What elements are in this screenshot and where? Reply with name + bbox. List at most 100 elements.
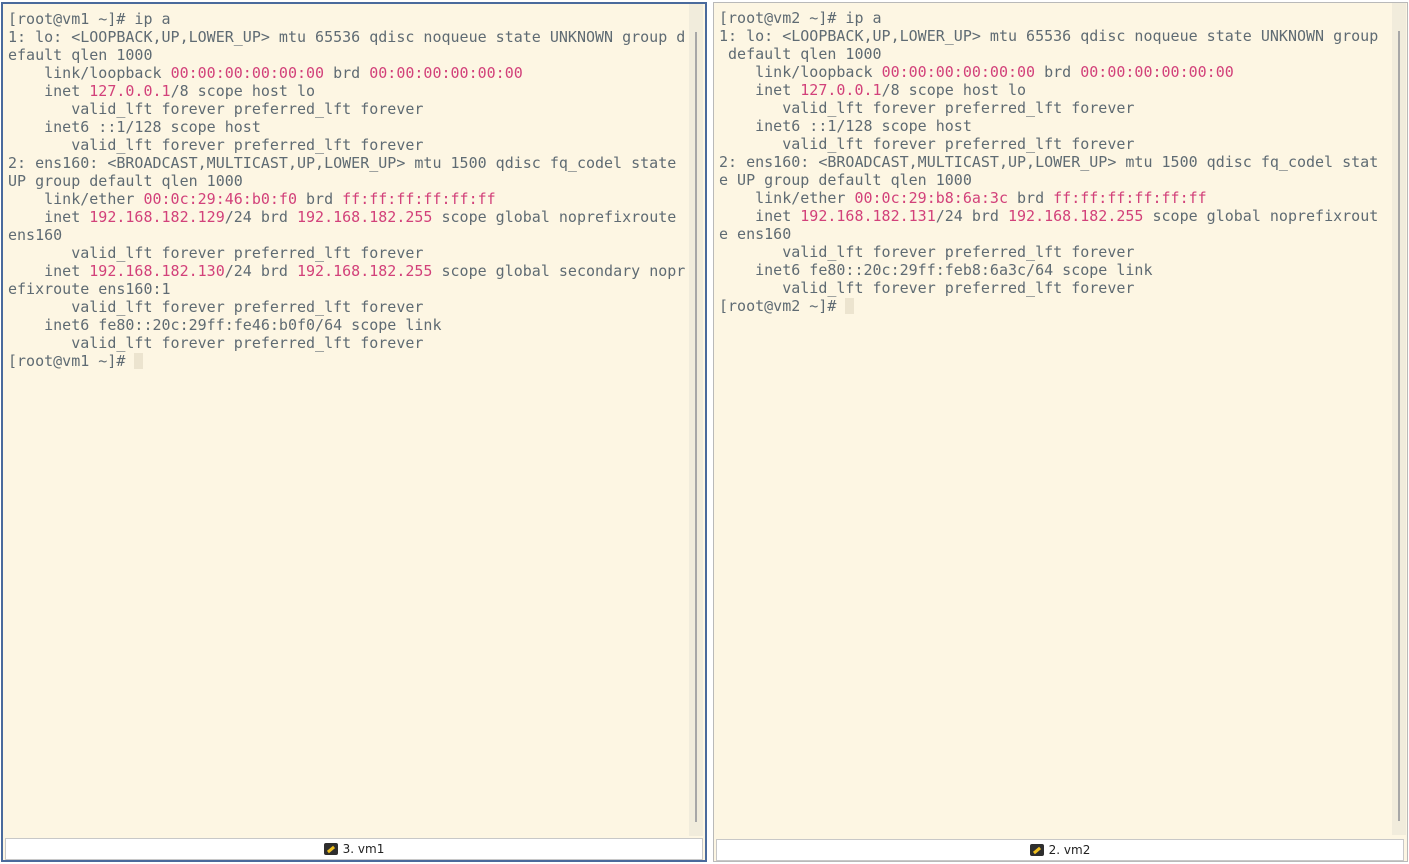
scrollbar[interactable]	[1392, 3, 1406, 835]
terminal-text: inet	[719, 81, 801, 99]
terminal-text: inet	[8, 262, 90, 280]
terminal-line: link/ether 00:0c:29:b8:6a:3c brd ff:ff:f…	[719, 189, 1378, 207]
highlighted-value: 192.168.182.255	[1008, 207, 1144, 225]
terminal-text: link/ether	[8, 190, 144, 208]
terminal-text: valid_lft forever preferred_lft forever	[719, 135, 1135, 153]
tab-vm1[interactable]: 3. vm1	[5, 838, 703, 860]
terminal-text: 2: ens160: <BROADCAST,MULTICAST,UP,LOWER…	[719, 153, 1379, 171]
terminal-text: ens160	[8, 226, 63, 244]
terminal-line: inet6 fe80::20c:29ff:feb8:6a3c/64 scope …	[719, 261, 1378, 279]
scrollbar-thumb[interactable]	[1398, 31, 1400, 821]
terminal-output[interactable]: [root@vm2 ~]# ip a 1: lo: <LOOPBACK,UP,LO…	[719, 9, 1378, 315]
terminal-line: efixroute ens160:1	[8, 280, 685, 298]
terminal-text: [root@vm1 ~]#	[8, 352, 135, 370]
terminal-text: e ens160	[719, 225, 792, 243]
highlighted-value: 00:00:00:00:00:00	[369, 64, 523, 82]
terminal-text: /24 brd	[224, 208, 297, 226]
terminal-icon	[323, 843, 338, 855]
terminal-text: scope global secondary nopr	[432, 262, 686, 280]
terminal-line: valid_lft forever preferred_lft forever	[719, 279, 1378, 297]
highlighted-value: ff:ff:ff:ff:ff:ff	[1053, 189, 1207, 207]
terminal-line: valid_lft forever preferred_lft forever	[8, 244, 685, 262]
terminal-text: efixroute ens160:1	[8, 280, 171, 298]
terminal-text: default qlen 1000	[719, 45, 882, 63]
terminal-text: scope global noprefixroute	[432, 208, 677, 226]
terminal-text: link/loopback	[719, 63, 882, 81]
terminal-line: UP group default qlen 1000	[8, 172, 685, 190]
highlighted-value: 127.0.0.1	[800, 81, 882, 99]
terminal-text: efault qlen 1000	[8, 46, 153, 64]
tab-label: 2. vm2	[1048, 843, 1091, 857]
terminal-text: [root@vm1 ~]# ip a	[8, 10, 171, 28]
terminal-line: 2: ens160: <BROADCAST,MULTICAST,UP,LOWER…	[8, 154, 685, 172]
terminal-line: default qlen 1000	[719, 45, 1378, 63]
text-cursor	[845, 298, 855, 314]
terminal-text: 1: lo: <LOOPBACK,UP,LOWER_UP> mtu 65536 …	[8, 28, 686, 46]
terminal-text: brd	[1035, 63, 1081, 81]
tab-vm2[interactable]: 2. vm2	[716, 839, 1404, 861]
terminal-line: inet6 ::1/128 scope host	[719, 117, 1378, 135]
text-cursor	[134, 353, 144, 369]
terminal-line: inet 192.168.182.129/24 brd 192.168.182.…	[8, 208, 685, 226]
terminal-pane-vm2[interactable]: [root@vm2 ~]# ip a 1: lo: <LOOPBACK,UP,LO…	[713, 2, 1408, 862]
highlighted-value: 192.168.182.255	[297, 208, 433, 226]
terminal-line: e UP group default qlen 1000	[719, 171, 1378, 189]
terminal-line: valid_lft forever preferred_lft forever	[719, 135, 1378, 153]
terminal-pane-vm1[interactable]: [root@vm1 ~]# ip a 1: lo: <LOOPBACK,UP,LO…	[1, 2, 707, 862]
scrollbar[interactable]	[689, 4, 703, 836]
terminal-text: inet	[8, 208, 90, 226]
highlighted-value: 00:00:00:00:00:00	[170, 64, 325, 82]
terminal-text: inet6 ::1/128 scope host	[8, 118, 261, 136]
highlighted-value: 192.168.182.129	[89, 208, 225, 226]
terminal-text: 1: lo: <LOOPBACK,UP,LOWER_UP> mtu 65536 …	[719, 27, 1379, 45]
terminal-text: /24 brd	[935, 207, 1008, 225]
terminal-text: /8 scope host lo	[881, 81, 1027, 99]
terminal-text: inet	[8, 82, 90, 100]
terminal-line: [root@vm2 ~]#	[719, 297, 1378, 315]
terminal-text: inet6 ::1/128 scope host	[719, 117, 972, 135]
highlighted-value: 00:00:00:00:00:00	[881, 63, 1036, 81]
highlighted-value: 00:00:00:00:00:00	[1080, 63, 1234, 81]
terminal-line: ens160	[8, 226, 685, 244]
terminal-text: UP group default qlen 1000	[8, 172, 243, 190]
terminal-line: valid_lft forever preferred_lft forever	[719, 99, 1378, 117]
terminal-line: link/loopback 00:00:00:00:00:00 brd 00:0…	[8, 64, 685, 82]
terminal-text: valid_lft forever preferred_lft forever	[719, 279, 1135, 297]
terminal-line: [root@vm1 ~]# ip a	[8, 10, 685, 28]
terminal-line: 2: ens160: <BROADCAST,MULTICAST,UP,LOWER…	[719, 153, 1378, 171]
terminal-text: [root@vm2 ~]#	[719, 297, 846, 315]
terminal-line: link/loopback 00:00:00:00:00:00 brd 00:0…	[719, 63, 1378, 81]
scrollbar-thumb[interactable]	[695, 32, 697, 822]
terminal-text: valid_lft forever preferred_lft forever	[8, 136, 424, 154]
terminal-line: valid_lft forever preferred_lft forever	[8, 298, 685, 316]
terminal-line: inet 192.168.182.131/24 brd 192.168.182.…	[719, 207, 1378, 225]
terminal-text: 2: ens160: <BROADCAST,MULTICAST,UP,LOWER…	[8, 154, 677, 172]
terminal-line: e ens160	[719, 225, 1378, 243]
terminal-line: inet 127.0.0.1/8 scope host lo	[8, 82, 685, 100]
terminal-line: [root@vm1 ~]#	[8, 352, 685, 370]
terminal-text: brd	[324, 64, 370, 82]
terminal-text: e UP group default qlen 1000	[719, 171, 972, 189]
terminal-text: scope global noprefixrout	[1143, 207, 1379, 225]
terminal-text: /8 scope host lo	[170, 82, 316, 100]
terminal-line: inet6 fe80::20c:29ff:fe46:b0f0/64 scope …	[8, 316, 685, 334]
terminal-line: valid_lft forever preferred_lft forever	[719, 243, 1378, 261]
highlighted-value: 192.168.182.131	[800, 207, 936, 225]
terminal-line: link/ether 00:0c:29:46:b0:f0 brd ff:ff:f…	[8, 190, 685, 208]
terminal-line: valid_lft forever preferred_lft forever	[8, 136, 685, 154]
highlighted-value: 00:0c:29:46:b0:f0	[143, 190, 297, 208]
highlighted-value: 127.0.0.1	[89, 82, 171, 100]
terminal-window: [root@vm1 ~]# ip a 1: lo: <LOOPBACK,UP,LO…	[0, 0, 1409, 864]
highlighted-value: 00:0c:29:b8:6a:3c	[854, 189, 1008, 207]
terminal-text: valid_lft forever preferred_lft forever	[8, 298, 424, 316]
terminal-text: link/loopback	[8, 64, 171, 82]
terminal-line: inet 127.0.0.1/8 scope host lo	[719, 81, 1378, 99]
terminal-text: valid_lft forever preferred_lft forever	[8, 100, 424, 118]
highlighted-value: 192.168.182.130	[89, 262, 225, 280]
terminal-icon	[1029, 844, 1044, 856]
terminal-line: inet 192.168.182.130/24 brd 192.168.182.…	[8, 262, 685, 280]
terminal-output[interactable]: [root@vm1 ~]# ip a 1: lo: <LOOPBACK,UP,LO…	[8, 10, 685, 370]
highlighted-value: 192.168.182.255	[297, 262, 433, 280]
terminal-line: [root@vm2 ~]# ip a	[719, 9, 1378, 27]
terminal-text: inet6 fe80::20c:29ff:feb8:6a3c/64 scope …	[719, 261, 1153, 279]
